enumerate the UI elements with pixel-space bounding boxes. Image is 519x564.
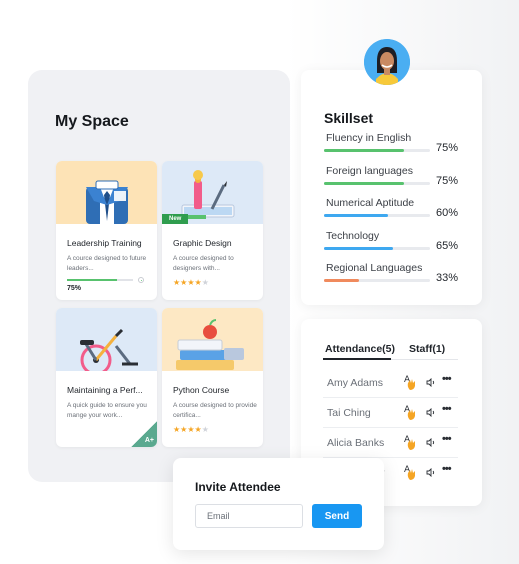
- progress-status-icon: [138, 277, 144, 283]
- grade-badge-label: A+: [144, 437, 154, 444]
- course-title: Maintaining a Perf...: [67, 385, 143, 395]
- skill-percent: 65%: [436, 240, 459, 252]
- attendee-row[interactable]: Alicia Banks A •••: [323, 428, 458, 458]
- books-apple-icon: [176, 319, 244, 370]
- skill-percent: 75%: [436, 142, 459, 154]
- attendee-row[interactable]: Tai Ching A •••: [323, 398, 458, 428]
- skill-row: Regional Languages 33%: [324, 262, 474, 288]
- email-field[interactable]: [195, 504, 303, 528]
- business-suit-icon: [86, 180, 128, 224]
- course-progress-bar: [67, 279, 133, 281]
- speaker-icon[interactable]: [426, 408, 436, 417]
- skill-percent: 75%: [436, 175, 459, 187]
- new-badge: New: [162, 214, 189, 224]
- more-icon[interactable]: •••: [442, 433, 452, 445]
- tab-attendance[interactable]: Attendance(5): [325, 343, 395, 355]
- skill-bar: [324, 279, 430, 282]
- course-rating: ★★★★★: [173, 278, 209, 287]
- skill-bar-fill: [324, 214, 388, 217]
- raise-hand-icon[interactable]: A: [403, 463, 417, 481]
- user-avatar-icon: [364, 39, 410, 85]
- raise-hand-icon[interactable]: A: [403, 433, 417, 451]
- star-icon: ★: [194, 425, 202, 434]
- speaker-icon[interactable]: [426, 438, 436, 447]
- my-space-panel: My Space Leadership Training A cource de…: [28, 70, 290, 482]
- course-description: A quick guide to ensure you mange your w…: [67, 402, 147, 419]
- skill-bar-fill: [324, 279, 359, 282]
- skill-name: Technology: [326, 230, 380, 242]
- attendee-row[interactable]: Amy Adams A •••: [323, 368, 458, 398]
- tab-staff[interactable]: Staff(1): [409, 343, 445, 355]
- skill-row: Foreign languages 75%: [324, 165, 474, 191]
- course-thumbnail: [56, 308, 157, 371]
- course-description: A cource designed to future leaders...: [67, 255, 147, 272]
- my-space-title: My Space: [55, 113, 129, 130]
- active-tab-indicator: [323, 358, 391, 360]
- course-thumbnail: New: [162, 161, 263, 224]
- attendee-name: Tai Ching: [327, 407, 371, 419]
- attendee-name: Amy Adams: [327, 377, 384, 389]
- course-card-graphic-design[interactable]: New Graphic Design A cource designed to …: [162, 161, 263, 300]
- skill-row: Numerical Aptitude 60%: [324, 197, 474, 223]
- avatar: [364, 39, 410, 85]
- skill-bar-fill: [324, 247, 393, 250]
- grade-badge: A+: [131, 421, 157, 447]
- speaker-icon[interactable]: [426, 468, 436, 477]
- course-title: Leadership Training: [67, 238, 142, 248]
- send-button[interactable]: Send: [312, 504, 362, 528]
- skill-bar: [324, 247, 430, 250]
- raise-hand-icon[interactable]: A: [403, 403, 417, 421]
- course-title: Graphic Design: [173, 238, 232, 248]
- more-icon[interactable]: •••: [442, 373, 452, 385]
- course-description: A course designed to provide certifica..…: [173, 402, 257, 419]
- skill-name: Regional Languages: [326, 262, 423, 274]
- course-thumbnail: [56, 161, 157, 224]
- skill-percent: 60%: [436, 207, 459, 219]
- exercise-bike-icon: [80, 328, 138, 371]
- course-description: A cource designed to designers with...: [173, 255, 234, 272]
- star-icon: ★: [187, 425, 195, 434]
- skill-bar-fill: [324, 182, 404, 185]
- speaker-icon[interactable]: [426, 378, 436, 387]
- skill-name: Fluency in English: [326, 132, 412, 144]
- skill-name: Foreign languages: [326, 165, 413, 177]
- course-title: Python Course: [173, 385, 230, 395]
- course-card-maintaining[interactable]: Maintaining a Perf... A quick guide to e…: [56, 308, 157, 447]
- raise-hand-icon[interactable]: A: [403, 373, 417, 391]
- invite-title: Invite Attendee: [195, 480, 281, 494]
- invite-attendee-dialog: Invite Attendee Send: [173, 458, 384, 550]
- course-card-python[interactable]: Python Course A course designed to provi…: [162, 308, 263, 447]
- skill-percent: 33%: [436, 272, 459, 284]
- more-icon[interactable]: •••: [442, 403, 452, 415]
- course-progress-fill: [67, 279, 117, 281]
- skillset-panel: Skillset Fluency in English 75% Foreign …: [301, 70, 482, 305]
- star-icon: ★: [194, 278, 202, 287]
- star-icon: ★: [201, 425, 209, 434]
- skill-row: Technology 65%: [324, 230, 474, 256]
- more-icon[interactable]: •••: [442, 463, 452, 475]
- skill-name: Numerical Aptitude: [326, 197, 415, 209]
- attendee-name: Alicia Banks: [327, 437, 385, 449]
- course-card-leadership[interactable]: Leadership Training A cource designed to…: [56, 161, 157, 300]
- skillset-title: Skillset: [324, 110, 374, 126]
- star-icon: ★: [187, 278, 195, 287]
- skill-row: Fluency in English 75%: [324, 132, 474, 158]
- star-icon: ★: [201, 278, 209, 287]
- course-thumbnail: [162, 308, 263, 371]
- skill-bar-fill: [324, 149, 404, 152]
- skill-bar: [324, 182, 430, 185]
- course-rating: ★★★★★: [173, 425, 209, 434]
- skill-bar: [324, 149, 430, 152]
- skill-bar: [324, 214, 430, 217]
- course-progress-label: 75%: [67, 285, 82, 292]
